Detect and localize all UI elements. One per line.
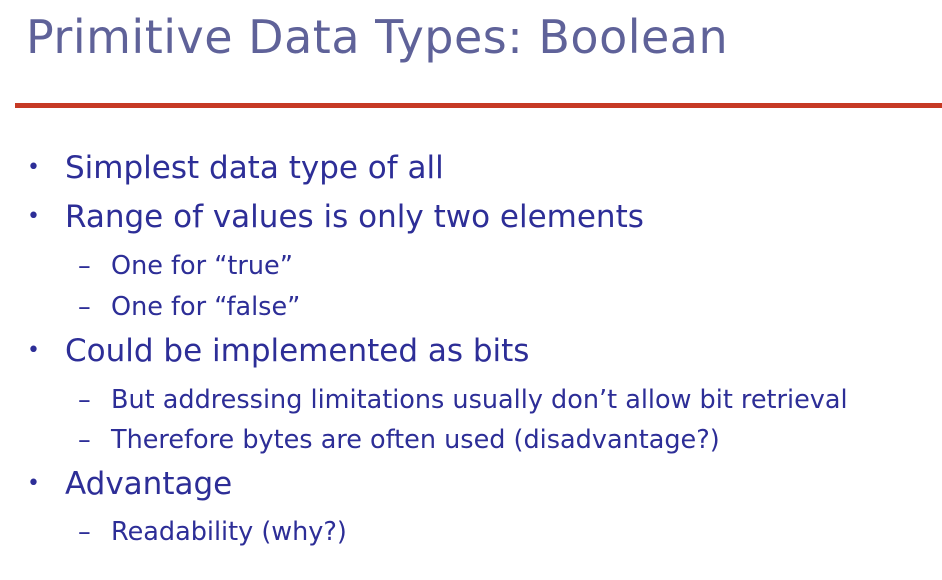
sub-bullet-item: – Therefore bytes are often used (disadva… [78, 425, 720, 455]
bullet-item: • Simplest data type of all [27, 150, 444, 186]
sub-bullet-text: Readability (why?) [111, 517, 347, 547]
slide: Primitive Data Types: Boolean • Simplest … [0, 0, 942, 580]
sub-bullet-marker: – [78, 292, 91, 322]
bullet-text: Range of values is only two elements [65, 199, 644, 235]
sub-bullet-item: – Readability (why?) [78, 517, 347, 547]
bullet-marker: • [27, 204, 40, 229]
sub-bullet-text: One for “true” [111, 251, 293, 281]
sub-bullet-text: One for “false” [111, 292, 301, 322]
bullet-text: Could be implemented as bits [65, 333, 530, 369]
bullet-item: • Range of values is only two elements [27, 199, 644, 235]
bullet-item: • Advantage [27, 466, 232, 502]
sub-bullet-text: But addressing limitations usually don’t… [111, 385, 848, 415]
bullet-text: Advantage [65, 466, 233, 502]
sub-bullet-marker: – [78, 385, 91, 415]
bullet-marker: • [27, 338, 40, 363]
bullet-item: • Could be implemented as bits [27, 333, 529, 369]
sub-bullet-item: – One for “true” [78, 251, 293, 281]
sub-bullet-marker: – [78, 517, 91, 547]
sub-bullet-marker: – [78, 425, 91, 455]
bullet-marker: • [27, 471, 40, 496]
bullet-marker: • [27, 155, 40, 180]
slide-title: Primitive Data Types: Boolean [26, 10, 729, 64]
sub-bullet-marker: – [78, 251, 91, 281]
title-divider [15, 103, 942, 108]
sub-bullet-text: Therefore bytes are often used (disadvan… [111, 425, 720, 455]
sub-bullet-item: – One for “false” [78, 292, 300, 322]
bullet-text: Simplest data type of all [65, 150, 444, 186]
sub-bullet-item: – But addressing limitations usually don’… [78, 385, 848, 415]
